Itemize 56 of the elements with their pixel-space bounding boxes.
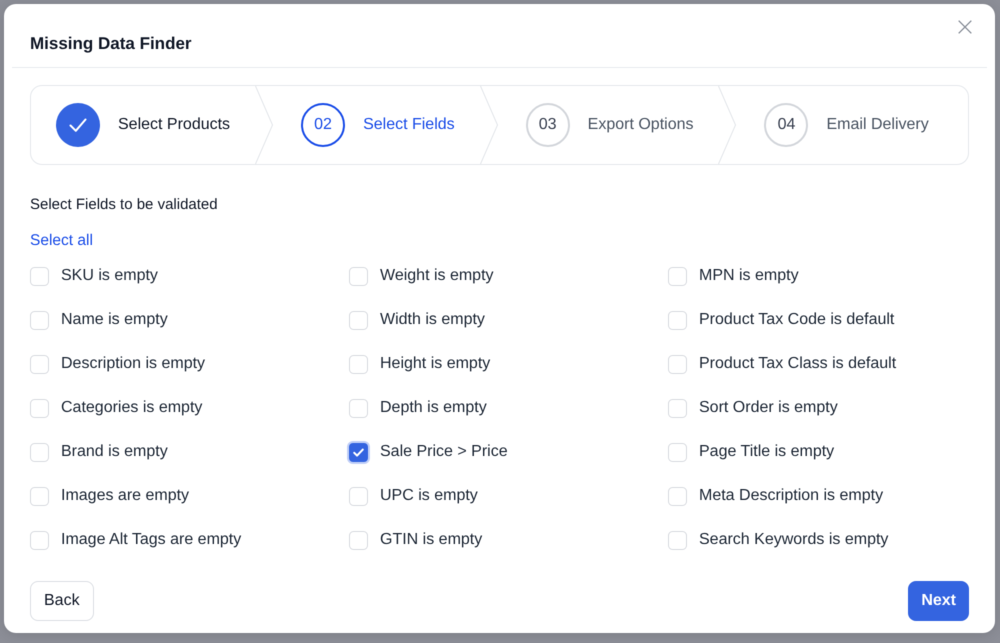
checkbox[interactable] — [30, 530, 49, 550]
checkbox[interactable] — [30, 398, 49, 418]
checkbox[interactable] — [668, 486, 687, 506]
checkbox-label: Product Tax Code is default — [699, 311, 894, 329]
checkbox[interactable] — [30, 310, 49, 330]
checkbox-label: Width is empty — [380, 311, 485, 329]
checkbox-label: UPC is empty — [380, 487, 478, 505]
checkbox[interactable] — [349, 354, 368, 374]
checkbox-label: Meta Description is empty — [699, 487, 884, 505]
checkbox[interactable] — [30, 486, 49, 506]
checkbox-label: Image Alt Tags are empty — [61, 531, 242, 549]
checkbox-label: Search Keywords is empty — [699, 531, 888, 549]
checkbox-label: Page Title is empty — [699, 443, 834, 461]
checkbox[interactable] — [30, 266, 49, 286]
step-label: Email Delivery — [826, 116, 929, 134]
checkbox-label: Name is empty — [61, 311, 168, 329]
step-number: 04 — [764, 103, 808, 147]
checkbox[interactable] — [349, 310, 368, 330]
checkbox[interactable] — [349, 486, 368, 506]
checkbox[interactable] — [668, 266, 687, 286]
checkbox-label: Depth is empty — [380, 399, 487, 417]
close-button[interactable] — [958, 20, 972, 34]
checkbox[interactable] — [30, 442, 49, 462]
checkbox[interactable] — [668, 530, 687, 550]
checkbox[interactable] — [668, 398, 687, 418]
checkbox[interactable] — [668, 310, 687, 330]
section-heading: Select Fields to be validated — [30, 195, 218, 215]
select-all-link[interactable]: Select all — [30, 231, 93, 251]
next-button[interactable]: Next — [908, 581, 969, 621]
checkbox-label: Images are empty — [61, 487, 190, 505]
checkbox-label: MPN is empty — [699, 267, 799, 285]
checkbox[interactable] — [30, 354, 49, 374]
checkbox[interactable] — [349, 266, 368, 286]
checkbox-label: Weight is empty — [380, 267, 494, 285]
checkbox[interactable] — [349, 530, 368, 550]
step-number: 03 — [526, 103, 570, 147]
checkbox-label: Description is empty — [61, 355, 206, 373]
step-label: Export Options — [588, 116, 694, 134]
checkbox-label: Product Tax Class is default — [699, 355, 896, 373]
checkbox[interactable] — [349, 398, 368, 418]
checkbox[interactable] — [668, 442, 687, 462]
step-label: Select Products — [118, 116, 230, 134]
checkbox-label: SKU is empty — [61, 267, 158, 285]
back-button[interactable]: Back — [30, 581, 94, 621]
checkbox-label: Sale Price > Price — [380, 443, 508, 461]
dialog-title: Missing Data Finder — [30, 33, 192, 55]
checkbox-label: GTIN is empty — [380, 531, 482, 549]
step-label: Select Fields — [363, 116, 455, 134]
checkbox-label: Sort Order is empty — [699, 399, 838, 417]
checkbox[interactable] — [347, 440, 370, 464]
checkbox-label: Brand is empty — [61, 443, 168, 461]
checkbox-label: Categories is empty — [61, 399, 202, 417]
close-icon — [958, 20, 972, 34]
checkbox-label: Height is empty — [380, 355, 490, 373]
step-number: 02 — [301, 103, 346, 147]
checkbox[interactable] — [668, 354, 687, 374]
